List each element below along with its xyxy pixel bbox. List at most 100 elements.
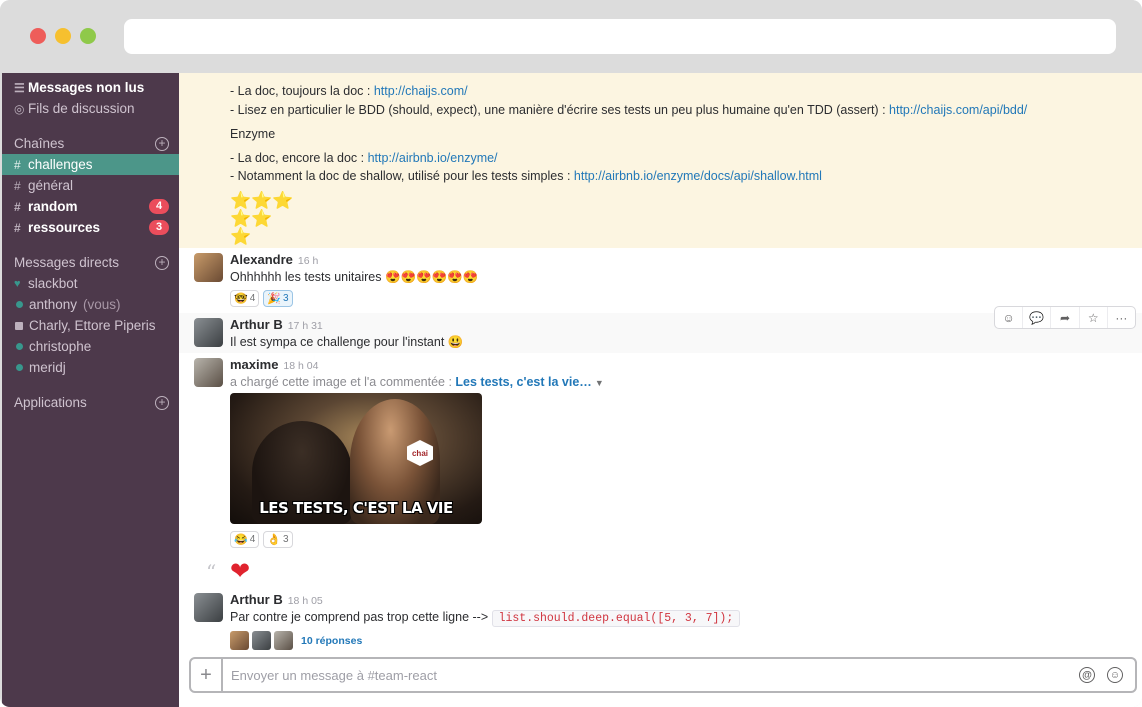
- hash-icon: #: [14, 157, 21, 172]
- reaction-button[interactable]: 🎉 3: [263, 290, 293, 307]
- message-timestamp[interactable]: 17 h 31: [288, 320, 323, 332]
- message-author[interactable]: Alexandre 16 h: [230, 252, 318, 267]
- avatar[interactable]: [194, 253, 223, 282]
- maximize-window-button[interactable]: [80, 28, 96, 44]
- threads-icon: ◎: [14, 101, 25, 116]
- line-text: - La doc, toujours la doc :: [230, 84, 374, 98]
- chevron-down-icon[interactable]: ▼: [595, 378, 604, 388]
- chai-docs-link[interactable]: http://chaijs.com/: [374, 84, 468, 98]
- browser-window: ☰ Messages non lus ◎ Fils de discussion …: [0, 0, 1142, 707]
- enzyme-docs-link[interactable]: http://airbnb.io/enzyme/: [368, 151, 498, 165]
- sidebar-item-anthony[interactable]: anthony (vous): [2, 294, 179, 315]
- enzyme-shallow-link[interactable]: http://airbnb.io/enzyme/docs/api/shallow…: [574, 169, 822, 183]
- reaction-button[interactable]: 🤓 4: [230, 290, 260, 307]
- author-name[interactable]: Arthur B: [230, 592, 283, 607]
- heart-icon: ♥: [14, 277, 21, 290]
- reaction-count: 4: [249, 293, 256, 304]
- message-composer: + Envoyer un message à #team-react @ ☺: [189, 657, 1137, 693]
- heart-icon: ❤: [230, 558, 251, 585]
- channel-name: random: [28, 199, 78, 214]
- avatar: [230, 631, 249, 650]
- dm-header[interactable]: Messages directs +: [2, 252, 179, 273]
- author-name[interactable]: Alexandre: [230, 252, 293, 267]
- sidebar-item-ressources[interactable]: # ressources 3: [2, 217, 179, 238]
- author-name[interactable]: Arthur B: [230, 317, 283, 332]
- unread-badge: 3: [149, 220, 169, 235]
- message-actions-toolbar: ☺ 💬 ➦ ☆ ···: [994, 306, 1136, 329]
- window-titlebar: [0, 0, 1142, 73]
- message-author[interactable]: Arthur B 17 h 31: [230, 317, 323, 332]
- sidebar-item-unread[interactable]: ☰ Messages non lus: [2, 77, 179, 98]
- nerd-face-icon: 🤓: [234, 293, 248, 305]
- author-name[interactable]: maxime: [230, 357, 278, 372]
- message-input[interactable]: Envoyer un message à #team-react: [223, 668, 1079, 683]
- reaction-count: 3: [282, 293, 289, 304]
- chai-bdd-link[interactable]: http://chaijs.com/api/bdd/: [889, 103, 1027, 117]
- channels-header[interactable]: Chaînes +: [2, 133, 179, 154]
- star-icon[interactable]: ☆: [1080, 307, 1108, 328]
- message-timestamp[interactable]: 16 h: [298, 255, 318, 267]
- reaction-button[interactable]: 😂 4: [230, 531, 260, 548]
- message-author[interactable]: Arthur B 18 h 05: [230, 592, 323, 607]
- inline-code: list.should.deep.equal([5, 3, 7]);: [491, 610, 741, 627]
- channel-name: ressources: [28, 220, 101, 235]
- message-line: - Notamment la doc de shallow, utilisé p…: [230, 169, 822, 183]
- close-window-button[interactable]: [30, 28, 46, 44]
- sidebar-item-christophe[interactable]: christophe: [2, 336, 179, 357]
- sidebar-item-general[interactable]: # général: [2, 175, 179, 196]
- unread-list-icon: ☰: [14, 80, 25, 95]
- minimize-window-button[interactable]: [55, 28, 71, 44]
- sidebar-item-threads[interactable]: ◎ Fils de discussion: [2, 98, 179, 119]
- sidebar-item-meridj[interactable]: meridj: [2, 357, 179, 378]
- presence-dot-icon: [16, 364, 23, 371]
- sidebar-item-label: Fils de discussion: [28, 101, 135, 116]
- stars-row: ⭐⭐⭐: [230, 191, 294, 210]
- presence-dot-icon: [16, 301, 23, 308]
- avatar[interactable]: [194, 358, 223, 387]
- avatar[interactable]: [194, 318, 223, 347]
- message-text: Par contre je comprend pas trop cette li…: [230, 610, 741, 627]
- mention-icon[interactable]: @: [1079, 667, 1095, 683]
- sidebar-item-label: Messages non lus: [28, 80, 145, 95]
- add-channel-icon[interactable]: +: [155, 136, 169, 151]
- apps-header-label: Applications: [14, 395, 87, 410]
- quote-icon[interactable]: “: [206, 560, 216, 584]
- reactions: 🤓 4 🎉 3: [230, 290, 293, 307]
- file-title-link[interactable]: Les tests, c'est la vie…: [455, 375, 591, 389]
- reaction-button[interactable]: 👌 3: [263, 531, 293, 548]
- section-heading: Enzyme: [230, 127, 276, 141]
- message-author[interactable]: maxime 18 h 04: [230, 357, 318, 372]
- attach-plus-icon[interactable]: +: [191, 659, 223, 691]
- sidebar-item-slackbot[interactable]: ♥ slackbot: [2, 273, 179, 294]
- message-line: - Lisez en particulier le BDD (should, e…: [230, 103, 1027, 117]
- avatar[interactable]: [194, 593, 223, 622]
- dm-name: christophe: [29, 339, 92, 354]
- channels-header-label: Chaînes: [14, 136, 65, 151]
- emoji-icon[interactable]: ☺: [1107, 667, 1123, 683]
- add-app-icon[interactable]: +: [155, 395, 169, 410]
- share-icon[interactable]: ➦: [1051, 307, 1080, 328]
- address-bar[interactable]: [124, 19, 1116, 54]
- sidebar-item-group-dm[interactable]: Charly, Ettore Piperis: [2, 315, 179, 336]
- dm-name: meridj: [29, 360, 66, 375]
- add-dm-icon[interactable]: +: [155, 255, 169, 270]
- apps-header[interactable]: Applications +: [2, 392, 179, 413]
- thread-replies[interactable]: 10 réponses: [230, 631, 362, 650]
- start-thread-icon[interactable]: 💬: [1023, 307, 1052, 328]
- line-text: - La doc, encore la doc :: [230, 151, 368, 165]
- sidebar-item-challenges[interactable]: # challenges: [2, 154, 179, 175]
- add-reaction-icon[interactable]: ☺: [995, 307, 1024, 328]
- meta-text: a chargé cette image et l'a commentée :: [230, 375, 456, 389]
- sidebar: ☰ Messages non lus ◎ Fils de discussion …: [2, 73, 179, 707]
- unread-badge: 4: [149, 199, 169, 214]
- more-actions-icon[interactable]: ···: [1108, 307, 1135, 328]
- message-line: - La doc, toujours la doc : http://chaij…: [230, 84, 468, 98]
- message-timestamp[interactable]: 18 h 04: [283, 360, 318, 372]
- sidebar-item-random[interactable]: # random 4: [2, 196, 179, 217]
- presence-dot-icon: [16, 343, 23, 350]
- replies-link[interactable]: 10 réponses: [301, 635, 362, 647]
- message-pane: - La doc, toujours la doc : http://chaij…: [179, 73, 1142, 707]
- line-text: - Lisez en particulier le BDD (should, e…: [230, 103, 890, 117]
- message-timestamp[interactable]: 18 h 05: [288, 595, 323, 607]
- shared-image[interactable]: chai LES TESTS, C'EST LA VIE: [230, 393, 482, 524]
